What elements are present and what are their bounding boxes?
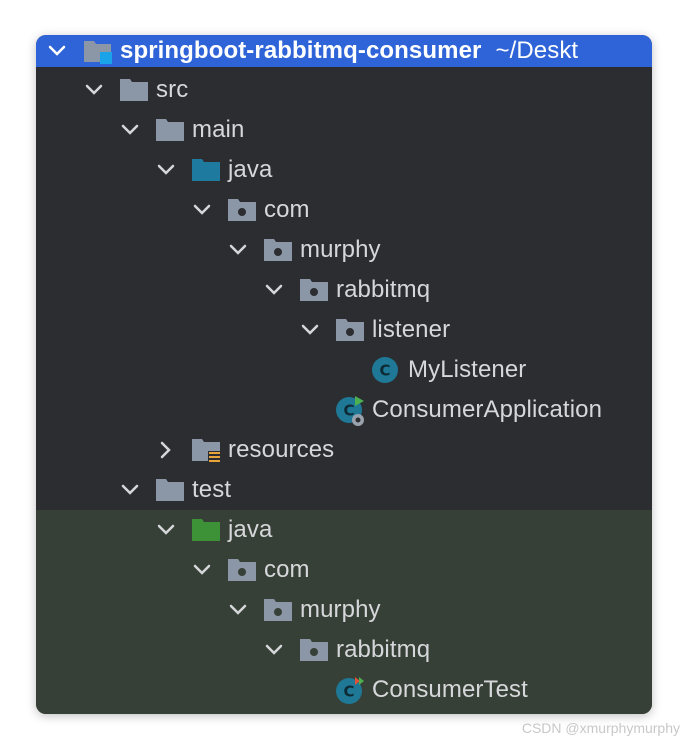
tree-label: ConsumerApplication [372, 396, 603, 423]
tree-label: java [228, 156, 273, 183]
chevron-down-icon[interactable] [189, 197, 215, 223]
source-folder-icon [191, 157, 221, 183]
tree-label: test [192, 476, 232, 503]
package-icon [263, 237, 293, 263]
test-class-icon: C [335, 675, 367, 707]
chevron-down-icon[interactable] [189, 557, 215, 583]
tree-label: main [192, 116, 245, 143]
svg-text:C: C [379, 362, 390, 380]
tree-row-listener[interactable]: listener [36, 310, 652, 350]
chevron-down-icon[interactable] [261, 277, 287, 303]
chevron-right-icon[interactable] [153, 437, 179, 463]
folder-icon [155, 117, 185, 143]
tree-row-murphy-test[interactable]: murphy [36, 590, 652, 630]
project-tree-panel: springboot-rabbitmq-consumer ~/Deskt src … [36, 35, 652, 714]
tree-row-consumertest[interactable]: C ConsumerTest [36, 670, 652, 710]
java-class-icon: C [371, 356, 399, 384]
svg-text:C: C [343, 402, 354, 420]
module-folder-icon [83, 38, 113, 66]
tree-row-test[interactable]: test [36, 470, 652, 510]
watermark-text: CSDN @xmurphymurphy [521, 720, 680, 736]
tree-row-mylistener[interactable]: C MyListener [36, 350, 652, 390]
tree-row-rabbitmq-test[interactable]: rabbitmq [36, 630, 652, 670]
chevron-down-icon[interactable] [44, 38, 70, 64]
tree-row-src[interactable]: src [36, 70, 652, 110]
package-icon [335, 317, 365, 343]
chevron-down-icon[interactable] [225, 597, 251, 623]
tree-label: ConsumerTest [372, 676, 528, 703]
resources-folder-icon [191, 437, 223, 465]
package-icon [227, 197, 257, 223]
chevron-down-icon[interactable] [117, 117, 143, 143]
tree-label: java [228, 516, 273, 543]
tree-label: murphy [300, 596, 381, 623]
tree-row-com-test[interactable]: com [36, 550, 652, 590]
tree-row-main[interactable]: main [36, 110, 652, 150]
tree-label: resources [228, 436, 335, 463]
chevron-down-icon[interactable] [81, 77, 107, 103]
test-folder-icon [191, 517, 221, 543]
root-module-path: ~/Deskt [495, 37, 579, 64]
tree-row-resources[interactable]: resources [36, 430, 652, 470]
folder-icon [155, 477, 185, 503]
tree-label: rabbitmq [336, 636, 431, 663]
tree-label: src [156, 76, 189, 103]
tree-row-consumerapplication[interactable]: C ConsumerApplication [36, 390, 652, 430]
chevron-down-icon[interactable] [297, 317, 323, 343]
chevron-down-icon[interactable] [261, 637, 287, 663]
package-icon [299, 277, 329, 303]
tree-label: murphy [300, 236, 381, 263]
package-icon [299, 637, 329, 663]
tree-row-murphy[interactable]: murphy [36, 230, 652, 270]
spring-boot-application-icon: C [335, 395, 367, 427]
tree-label: listener [372, 316, 451, 343]
chevron-down-icon[interactable] [153, 517, 179, 543]
tree-row-com[interactable]: com [36, 190, 652, 230]
folder-icon [119, 77, 149, 103]
package-icon [263, 597, 293, 623]
chevron-down-icon[interactable] [225, 237, 251, 263]
tree-label: rabbitmq [336, 276, 431, 303]
tree-row-java-tests[interactable]: java [36, 510, 652, 550]
svg-text:C: C [343, 683, 354, 701]
tree-label: MyListener [408, 356, 527, 383]
tree-root-row[interactable]: springboot-rabbitmq-consumer ~/Deskt [36, 35, 652, 67]
tree-row-rabbitmq[interactable]: rabbitmq [36, 270, 652, 310]
chevron-down-icon[interactable] [117, 477, 143, 503]
chevron-down-icon[interactable] [153, 157, 179, 183]
root-module-name: springboot-rabbitmq-consumer [120, 37, 482, 64]
root-module-name-wrapper: springboot-rabbitmq-consumer ~/Deskt [120, 35, 578, 67]
tree-row-java-sources[interactable]: java [36, 150, 652, 190]
tree-label: com [264, 556, 310, 583]
package-icon [227, 557, 257, 583]
tree-label: com [264, 196, 310, 223]
